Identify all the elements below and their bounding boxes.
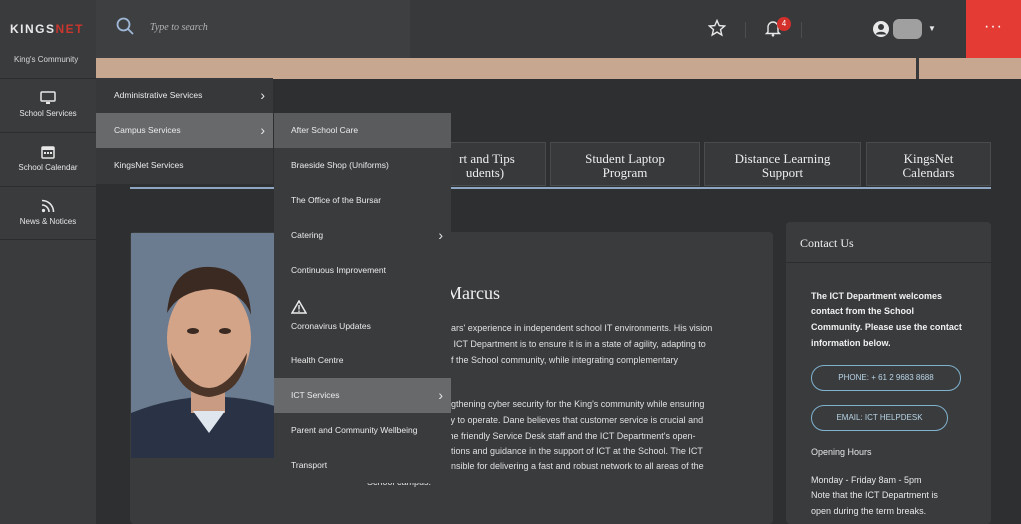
rail-item-school-calendar[interactable]: School Calendar xyxy=(0,132,96,186)
menu-item-administrative-services[interactable]: Administrative Services › xyxy=(96,78,273,113)
rail-item-news[interactable]: News & Notices xyxy=(0,186,96,240)
chevron-right-icon: › xyxy=(438,387,443,403)
hours-line: open during the term breaks. xyxy=(811,506,927,516)
bio-line: of the School community, while integrati… xyxy=(446,355,678,365)
chevron-right-icon: › xyxy=(260,87,265,103)
profile-name: Marcus xyxy=(446,283,500,303)
tab-label: Calendars xyxy=(902,165,955,180)
submenu-item-ict-services[interactable]: ICT Services › xyxy=(274,378,451,413)
notification-badge: 4 xyxy=(777,17,791,31)
tab-distance-learning[interactable]: Distance Learning Support xyxy=(704,142,861,186)
tab-label: Student Laptop xyxy=(585,151,665,166)
menu-item-label: KingsNet Services xyxy=(114,160,184,170)
bio-line: sy to operate. Dane believes that custom… xyxy=(446,415,704,425)
rss-icon xyxy=(40,199,56,213)
menu-item-label: Administrative Services xyxy=(114,90,203,100)
chevron-right-icon: › xyxy=(260,122,265,138)
submenu-item-parent-wellbeing[interactable]: Parent and Community Wellbeing xyxy=(274,413,451,448)
menu-item-label: After School Care xyxy=(291,125,359,135)
logo[interactable]: KINGSNET King's Community xyxy=(0,0,96,64)
submenu-item-transport[interactable]: Transport xyxy=(274,448,451,483)
tab-kingsnet-calendars[interactable]: KingsNet Calendars xyxy=(866,142,991,186)
menu-item-label: Catering xyxy=(291,230,324,240)
star-icon[interactable] xyxy=(707,18,727,37)
bio-line: ations and guidance in the support of IC… xyxy=(446,446,703,456)
more-menu-button[interactable]: ··· xyxy=(966,0,1021,58)
bio-line: ears' experience in independent school I… xyxy=(446,323,713,333)
email-button[interactable]: EMAIL: ICT HELPDESK xyxy=(811,405,948,431)
profile-photo xyxy=(131,233,281,458)
menu-item-label: Campus Services xyxy=(114,125,181,135)
hours-line: Monday - Friday 8am - 5pm xyxy=(811,475,922,485)
bio-line: ngthening cyber security for the King's … xyxy=(446,399,705,409)
tab-label: Program xyxy=(602,165,648,180)
monitor-icon xyxy=(40,91,56,105)
hours-title: Opening Hours xyxy=(811,447,872,457)
user-icon[interactable] xyxy=(872,20,890,38)
menu-item-campus-services[interactable]: Campus Services › xyxy=(96,113,273,148)
logo-text: KINGSNET xyxy=(10,22,85,36)
tab-student-laptop[interactable]: Student Laptop Program xyxy=(550,142,700,186)
calendar-icon xyxy=(40,145,56,159)
submenu-item-after-school-care[interactable]: After School Care xyxy=(274,113,451,148)
search-bar[interactable]: Type to search xyxy=(96,0,410,58)
menu-item-label: Transport xyxy=(291,460,328,470)
hero-divider xyxy=(916,58,919,79)
menu-item-label: The Office of the Bursar xyxy=(291,195,382,205)
contact-intro: contact from the School xyxy=(811,306,915,316)
community-label: King's Community xyxy=(14,55,79,64)
rail-item-label: School Services xyxy=(19,109,77,118)
bio-line: the friendly Service Desk staff and the … xyxy=(446,431,696,441)
avatar[interactable] xyxy=(893,19,922,39)
menu-item-label: Parent and Community Wellbeing xyxy=(291,425,418,435)
rail-item-label: News & Notices xyxy=(19,217,77,226)
caret-down-icon[interactable]: ▼ xyxy=(928,24,936,33)
contact-title: Contact Us xyxy=(800,236,854,250)
menu-item-label: Health Centre xyxy=(291,355,344,365)
menu-item-label: Braeside Shop (Uniforms) xyxy=(291,160,389,170)
contact-intro: information below. xyxy=(811,338,891,348)
rail-item-label: School Calendar xyxy=(18,163,78,172)
submenu-item-catering[interactable]: Catering › xyxy=(274,218,451,253)
menu-item-kingsnet-services[interactable]: KingsNet Services xyxy=(96,148,273,183)
submenu-item-health-centre[interactable]: Health Centre xyxy=(274,343,451,378)
menu-item-label: ICT Services xyxy=(291,390,340,400)
menu-item-label: Coronavirus Updates xyxy=(291,321,371,331)
submenu-item-braeside-shop[interactable]: Braeside Shop (Uniforms) xyxy=(274,148,451,183)
submenu-item-continuous-improvement[interactable]: Continuous Improvement xyxy=(274,253,451,288)
bio-line: e ICT Department is to ensure it is in a… xyxy=(446,339,706,349)
search-input[interactable]: Type to search xyxy=(150,22,208,33)
divider xyxy=(801,22,802,38)
tab-label: Support xyxy=(761,165,804,180)
submenu-item-coronavirus[interactable]: Coronavirus Updates xyxy=(274,290,451,340)
search-icon[interactable] xyxy=(116,17,134,35)
hours-line: Note that the ICT Department is xyxy=(811,490,938,500)
bio-line: onsible for delivering a fast and robust… xyxy=(446,461,704,471)
tab-label: KingsNet xyxy=(903,151,954,166)
tab-label: Distance Learning xyxy=(734,151,831,166)
tab-underline xyxy=(130,187,991,189)
contact-intro: The ICT Department welcomes xyxy=(811,291,943,301)
chevron-right-icon: › xyxy=(438,227,443,243)
warning-icon xyxy=(290,299,308,316)
hero-banner xyxy=(96,58,1021,79)
submenu-item-bursar[interactable]: The Office of the Bursar xyxy=(274,183,451,218)
divider xyxy=(745,22,746,38)
menu-item-label: Continuous Improvement xyxy=(291,265,386,275)
divider xyxy=(786,262,991,263)
contact-intro: Community. Please use the contact xyxy=(811,322,962,332)
phone-button[interactable]: PHONE: + 61 2 9683 8688 xyxy=(811,365,961,391)
rail-item-school-services[interactable]: School Services xyxy=(0,78,96,132)
